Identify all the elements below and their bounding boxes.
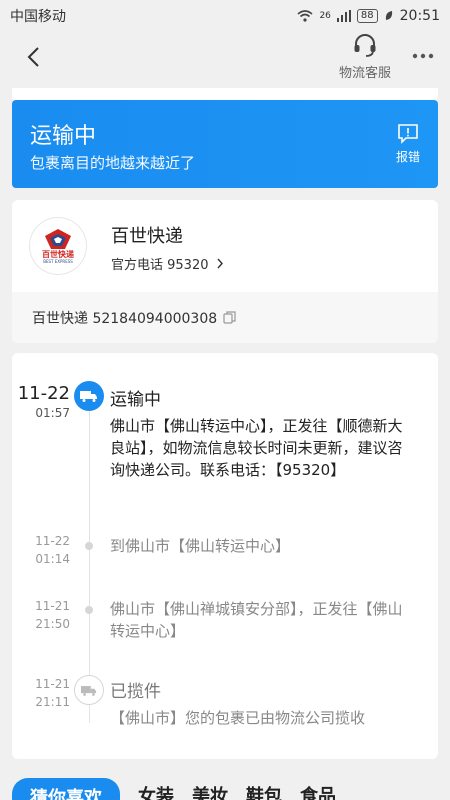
status-banner: 运输中 包裹离目的地越来越近了 报错: [12, 100, 438, 188]
logo-text-cn: 百世快递: [42, 250, 74, 259]
network-label: 26: [319, 11, 331, 21]
official-phone-link[interactable]: 官方电话 95320: [111, 254, 224, 273]
picked-up-status-dot: [74, 675, 104, 705]
more-button[interactable]: [408, 44, 438, 68]
event-status: 运输中: [110, 390, 161, 410]
timeline-dot: [85, 606, 93, 614]
chevron-left-icon: [27, 47, 39, 67]
more-dots-icon: [412, 53, 434, 59]
copy-icon: [223, 311, 236, 324]
status-icons: 26 88 20:51: [297, 8, 440, 24]
wifi-icon: [297, 10, 313, 22]
event-time: 21:50: [35, 617, 70, 631]
event-date: 11-21: [35, 599, 70, 613]
back-button[interactable]: [18, 42, 48, 72]
event-time: 01:14: [35, 552, 70, 566]
signal-icon: [336, 10, 351, 22]
tracking-number: 百世快递 52184094000308: [32, 310, 218, 327]
tab-womens-clothing[interactable]: 女装: [138, 782, 174, 800]
best-express-logo-icon: [45, 229, 71, 249]
event-datetime: 11-22 01:14: [35, 534, 70, 567]
event-date: 11-22: [35, 534, 70, 548]
timeline-line: [89, 393, 90, 723]
official-phone-label: 官方电话 95320: [111, 258, 209, 273]
clock: 20:51: [399, 8, 440, 24]
status-bar: 中国移动 26 88 20:51: [0, 0, 450, 32]
tracking-timeline: 11-22 01:57 运输中 佛山市【佛山转运中心】，正发往【顺德新大良站】，…: [12, 353, 438, 759]
event-status: 已揽件: [110, 682, 161, 702]
carrier-label: 中国移动: [10, 9, 66, 25]
event-datetime: 11-21 21:11: [35, 677, 70, 710]
chevron-right-icon: [217, 258, 223, 269]
tracking-number-row: 百世快递 52184094000308: [12, 292, 438, 343]
truck-icon: [81, 685, 97, 696]
tab-shoes-bags[interactable]: 鞋包: [246, 782, 282, 800]
report-label: 报错: [395, 150, 420, 164]
event-time: 01:57: [35, 406, 70, 420]
category-tabs: 猜你喜欢 女装 美妆 鞋包 食品: [0, 770, 450, 800]
courier-card: 百世快递 BEST EXPRESS 百世快递 官方电话 95320 百世快递 5…: [12, 200, 438, 343]
tab-beauty[interactable]: 美妆: [192, 782, 228, 800]
event-datetime: 11-22 01:57: [17, 383, 70, 421]
service-label: 物流客服: [338, 66, 391, 81]
event-description: 佛山市【佛山转运中心】，正发往【顺德新大良站】，如物流信息较长时间未更新，建议咨…: [110, 417, 403, 479]
tab-guess-you-like[interactable]: 猜你喜欢: [12, 778, 120, 800]
event-date: 11-22: [17, 383, 70, 404]
headset-icon: [354, 34, 376, 57]
transport-status-dot: [74, 381, 104, 411]
tab-food[interactable]: 食品: [300, 782, 336, 800]
nav-bar: 物流客服: [0, 32, 450, 88]
truck-icon: [80, 391, 97, 402]
report-error-button[interactable]: 报错: [396, 122, 420, 165]
event-datetime: 11-21 21:50: [35, 599, 70, 632]
banner-subtitle: 包裹离目的地越来越近了: [30, 154, 196, 172]
courier-logo: 百世快递 BEST EXPRESS: [30, 218, 86, 274]
event-description: 【佛山市】您的包裹已由物流公司揽收: [110, 709, 366, 727]
report-icon: [398, 124, 418, 144]
leaf-icon: [385, 11, 392, 20]
copy-button[interactable]: [223, 311, 236, 324]
event-description: 佛山市【佛山禅城镇安分部】，正发往【佛山转运中心】: [110, 600, 403, 640]
courier-name: 百世快递: [111, 226, 183, 247]
battery-indicator: 88: [356, 9, 378, 23]
timeline-dot: [85, 542, 93, 550]
event-description: 到佛山市【佛山转运中心】: [110, 537, 291, 555]
logo-text-en: BEST EXPRESS: [43, 259, 73, 264]
customer-service-button[interactable]: 物流客服: [330, 32, 400, 84]
banner-title: 运输中: [30, 124, 97, 149]
event-date: 11-21: [35, 677, 70, 691]
event-time: 21:11: [35, 695, 70, 709]
